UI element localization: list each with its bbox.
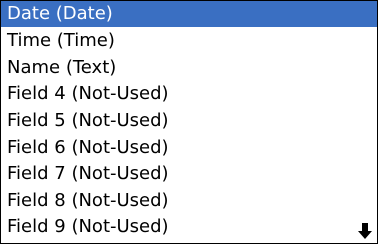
list-item[interactable]: Field 7 (Not-Used): [1, 161, 377, 187]
list-item[interactable]: Name (Text): [1, 55, 377, 81]
list-item[interactable]: Time (Time): [1, 28, 377, 54]
list-item[interactable]: Date (Date): [1, 1, 377, 27]
list-item[interactable]: Field 6 (Not-Used): [1, 135, 377, 161]
list-item[interactable]: Field 5 (Not-Used): [1, 108, 377, 134]
list-item[interactable]: Field 8 (Not-Used): [1, 188, 377, 214]
arrow-down-icon[interactable]: [358, 223, 372, 239]
list-item[interactable]: Field 4 (Not-Used): [1, 81, 377, 107]
field-list: Date (Date) Time (Time) Name (Text) Fiel…: [0, 0, 378, 244]
list-item[interactable]: Field 9 (Not-Used): [1, 214, 377, 240]
